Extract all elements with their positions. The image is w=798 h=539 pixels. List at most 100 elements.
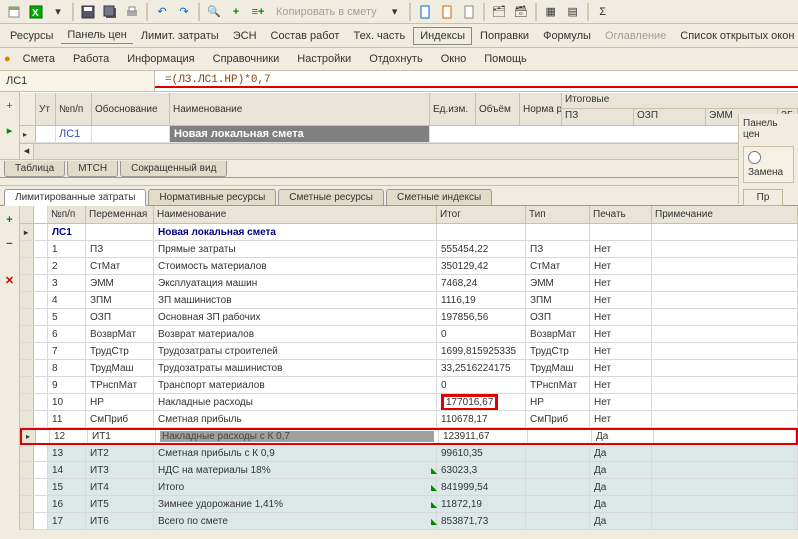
new-icon[interactable] [4,2,24,22]
cell-reference[interactable]: ЛС1 [0,71,155,91]
sum-icon[interactable]: Σ [593,2,613,22]
hdr-ozp[interactable]: ОЗП [634,109,706,125]
menu-info[interactable]: Информация [119,51,202,67]
tab-sostav[interactable]: Состав работ [265,28,346,44]
cell-print: Да [590,513,652,529]
scroll-left-icon[interactable]: ◂ [20,144,34,159]
dropdown-icon[interactable]: ▾ [48,2,68,22]
tab-limit[interactable]: Лимит. затраты [135,28,225,44]
tab-short[interactable]: Сокращенный вид [120,161,227,177]
table-row[interactable]: 10НРНакладные расходы177016,67НРНет [20,394,798,411]
table-row[interactable]: ▸12ИТ1Накладные расходы с К 0,7123911,67… [20,428,798,445]
lh-note[interactable]: Примечание [652,206,798,223]
cell-n: 7 [48,343,86,359]
lh-var[interactable]: Переменная [86,206,154,223]
excel-icon[interactable]: X [26,2,46,22]
lower-title-row[interactable]: ▸ ЛС1 Новая локальная смета [20,224,798,241]
tab-esn[interactable]: ЭСН [227,28,263,44]
hdr-num[interactable]: №п/п [56,93,92,125]
table-row[interactable]: 7ТрудСтрТрудозатраты строителей1699,8159… [20,343,798,360]
formula-input[interactable]: =(ЛЗ.ЛС1.НР)*0,7 [155,74,798,88]
hdr-ut[interactable]: Ут [36,93,56,125]
add-row-icon[interactable]: + [226,2,246,22]
left-add-icon[interactable]: + [0,96,20,116]
minus-icon[interactable]: − [0,234,20,254]
save-icon[interactable] [78,2,98,22]
tree-icon[interactable]: 🗂 [489,2,509,22]
hdr-ed[interactable]: Ед.изм. [430,93,476,125]
table-row[interactable]: 17ИТ6Всего по смете853871,73◣Да [20,513,798,530]
cell-itog: 555454,22 [437,241,526,257]
table-row[interactable]: 5ОЗПОсновная ЗП рабочих197856,56ОЗПНет [20,309,798,326]
lh-name[interactable]: Наименование [154,206,437,223]
rp-replace-checkbox[interactable]: Замена [748,156,783,178]
lh-tip[interactable]: Тип [526,206,590,223]
hdr-obem[interactable]: Объём [476,93,520,125]
tab-tablica[interactable]: Таблица [4,161,65,177]
table-row[interactable]: 16ИТ5Зимнее удорожание 1,41%11872,19◣Да [20,496,798,513]
tab-resources[interactable]: Ресурсы [4,28,59,44]
hdr-obosn[interactable]: Обоснование [92,93,170,125]
table-row[interactable]: 11СмПрибСметная прибыль110678,17СмПрибНе… [20,411,798,428]
tab-indexes[interactable]: Индексы [413,27,472,45]
cell-name: Трудозатраты строителей [154,343,437,359]
cell-name[interactable]: Новая локальная смета [170,126,430,142]
menu-rest[interactable]: Отдохнуть [361,51,431,67]
table-row[interactable]: 8ТрудМашТрудозатраты машинистов33,251622… [20,360,798,377]
rp-btn[interactable]: Пр [743,189,783,206]
lower-left-icons: + − ✕ [0,206,20,530]
tab-smet-res[interactable]: Сметные ресурсы [278,189,384,205]
cell-num[interactable]: ЛС1 [56,126,92,142]
hdr-norma[interactable]: Норма расход [520,93,562,125]
tab-tech[interactable]: Тех. часть [347,28,411,44]
table-row[interactable]: 13ИТ2Сметная прибыль с К 0,999610,35Да [20,445,798,462]
tab-mtsn[interactable]: МТСН [67,161,118,177]
tab-limit-costs[interactable]: Лимитированные затраты [4,189,146,206]
delete-icon[interactable]: ✕ [0,270,20,290]
tab-windows[interactable]: Список открытых окон [674,28,798,44]
hdr-name[interactable]: Наименование [170,93,430,125]
saveall-icon[interactable] [100,2,120,22]
grid-icon[interactable]: ▦ [541,2,561,22]
hdr-pz[interactable]: ПЗ [562,109,634,125]
print-icon[interactable] [122,2,142,22]
plus-icon[interactable]: + [0,210,20,230]
table-row[interactable]: 4ЗПМЗП машинистов1116,19ЗПМНет [20,292,798,309]
cell-itog: 33,2516224175 [437,360,526,376]
table-row[interactable]: 6ВозврМатВозврат материалов0ВозврМатНет [20,326,798,343]
menu-sprav[interactable]: Справочники [205,51,288,67]
cell-note [652,394,798,410]
menu-window[interactable]: Окно [433,51,475,67]
add-rows-icon[interactable]: ≡+ [248,2,268,22]
table-row[interactable]: 2СтМатСтоимость материалов350129,42СтМат… [20,258,798,275]
lh-print[interactable]: Печать [590,206,652,223]
table-row[interactable]: 1ПЗПрямые затраты555454,22ПЗНет [20,241,798,258]
tab-norm-res[interactable]: Нормативные ресурсы [148,189,276,205]
tab-prices[interactable]: Панель цен [61,27,132,44]
table-row[interactable]: 3ЭММЭксплуатация машин7468,24ЭММНет [20,275,798,292]
dropdown2-icon[interactable]: ▾ [385,2,405,22]
find-icon[interactable]: 🔍 [204,2,224,22]
hdr-itog[interactable]: Итоговые [562,93,798,109]
tab-smet-idx[interactable]: Сметные индексы [386,189,492,205]
tab-popravki[interactable]: Поправки [474,28,535,44]
lh-itog[interactable]: Итог [437,206,526,223]
table-row[interactable]: 9ТРнспМатТранспорт материалов0ТРнспМатНе… [20,377,798,394]
tab-formulas[interactable]: Формулы [537,28,597,44]
left-ptr-icon[interactable]: ▸ [0,120,20,140]
menu-smeta[interactable]: Смета [15,51,63,67]
lh-num[interactable]: №п/п [48,206,86,223]
upper-data-row[interactable]: ▸ ЛС1 Новая локальная смета [20,126,798,143]
menu-rabota[interactable]: Работа [65,51,117,67]
table-row[interactable]: 14ИТ3НДС на материалы 18%63023,3◣Да [20,462,798,479]
menu-help[interactable]: Помощь [476,51,535,67]
tree2-icon[interactable]: 🗃 [511,2,531,22]
doc1-icon[interactable] [415,2,435,22]
undo-icon[interactable]: ↶ [152,2,172,22]
doc2-icon[interactable] [437,2,457,22]
doc3-icon[interactable] [459,2,479,22]
grid2-icon[interactable]: ▤ [563,2,583,22]
table-row[interactable]: 15ИТ4Итого841999,54◣Да [20,479,798,496]
redo-icon[interactable]: ↷ [174,2,194,22]
menu-settings[interactable]: Настройки [289,51,359,67]
